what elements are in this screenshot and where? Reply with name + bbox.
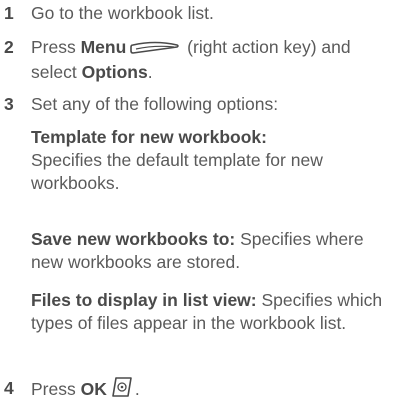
option-template-for-new-workbook: Template for new workbook: Specifies the… bbox=[31, 126, 397, 195]
ok-label: OK bbox=[80, 379, 107, 399]
option-label: Files to display in list view: bbox=[31, 290, 257, 310]
step-text: Press Menu (right action key) and select… bbox=[31, 36, 397, 84]
text-segment: . bbox=[134, 379, 140, 399]
step-text: Go to the workbook list. bbox=[31, 3, 214, 23]
step-3: 3 Set any of the following options: bbox=[0, 93, 397, 116]
menu-label: Menu bbox=[80, 37, 127, 57]
text-segment: Press bbox=[31, 37, 81, 57]
step-2: 2 Press Menu (right action key) and sele… bbox=[0, 36, 397, 84]
step-number: 1 bbox=[4, 3, 14, 23]
step-4: 4 Press OK. bbox=[0, 377, 397, 403]
options-label: Options bbox=[81, 62, 148, 82]
option-files-to-display: Files to display in list view: Specifies… bbox=[31, 289, 397, 335]
step-number: 2 bbox=[4, 37, 14, 57]
step-1: 1 Go to the workbook list. bbox=[0, 2, 397, 25]
right-action-key-icon bbox=[130, 38, 180, 61]
option-label: Save new workbooks to: bbox=[31, 229, 236, 249]
step-text: Press OK. bbox=[31, 377, 397, 403]
option-save-new-workbooks-to: Save new workbooks to: Specifies where n… bbox=[31, 228, 397, 274]
text-segment: . bbox=[147, 62, 153, 82]
option-description: Specifies the default template for new w… bbox=[31, 150, 323, 193]
option-label: Template for new workbook: bbox=[31, 127, 267, 147]
ok-button-icon bbox=[111, 377, 133, 403]
text-segment: Press bbox=[31, 379, 81, 399]
step-number: 3 bbox=[4, 94, 14, 114]
step-number: 4 bbox=[4, 378, 14, 398]
step-text: Set any of the following options: bbox=[31, 94, 279, 114]
